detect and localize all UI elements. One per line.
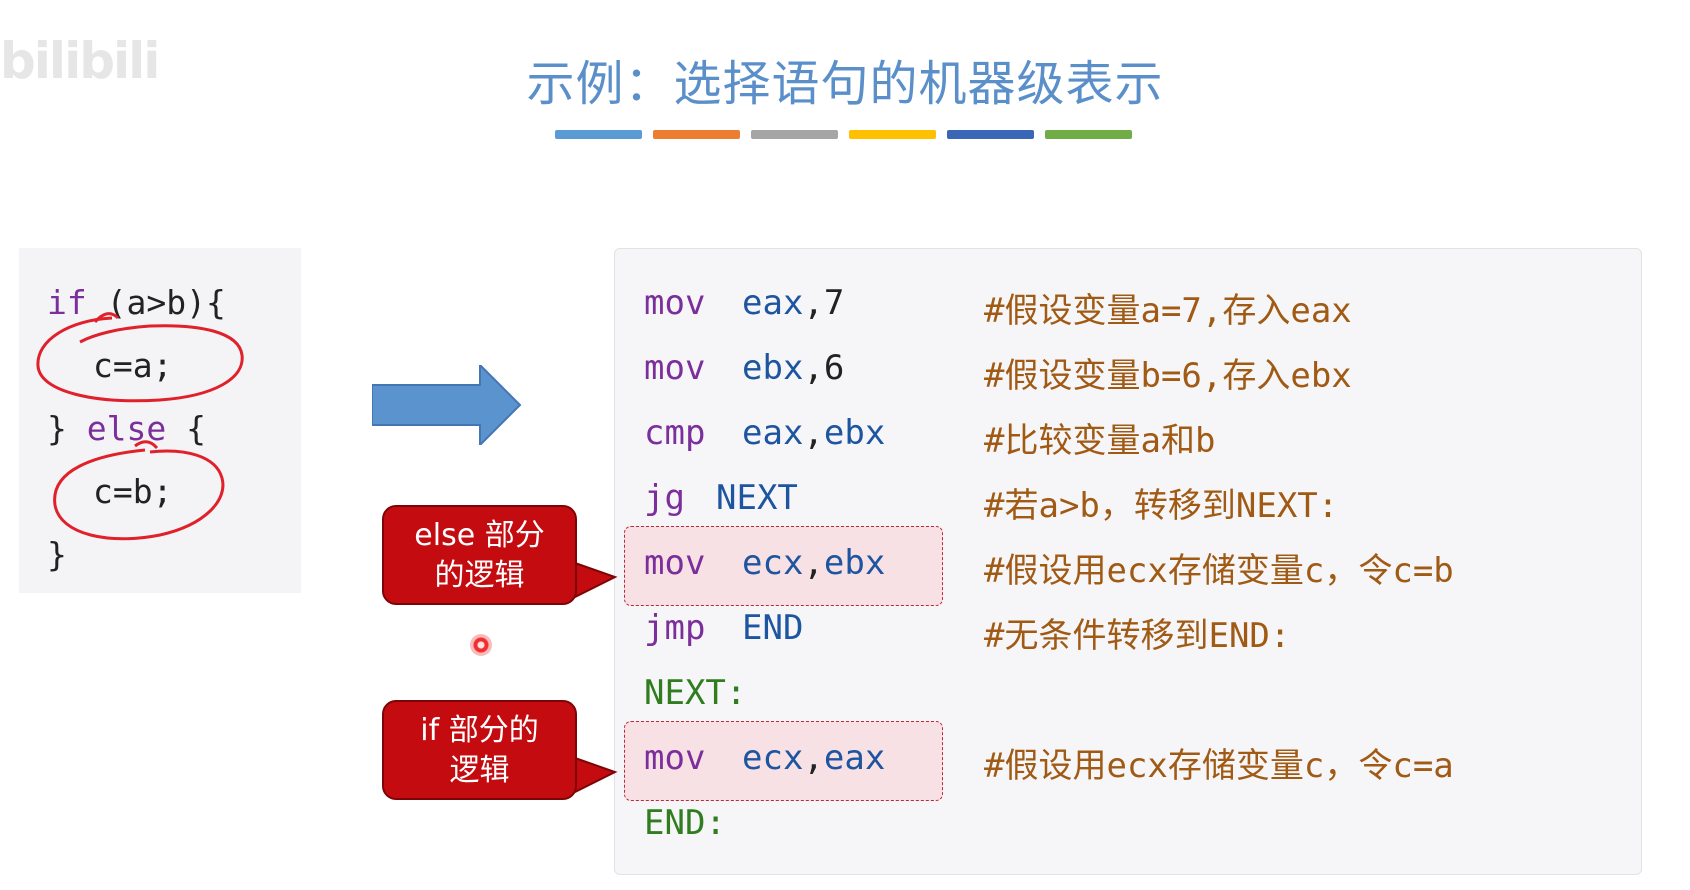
slide-title: 示例：选择语句的机器级表示 [526, 56, 1164, 112]
callout-else-line1: else 部分 [414, 518, 545, 553]
asm-label: NEXT: [644, 673, 747, 713]
transform-arrow-icon [372, 365, 522, 445]
asm-operands: NEXT [716, 478, 798, 518]
asm-opcode: mov [644, 283, 706, 323]
color-segment [555, 130, 642, 139]
color-segment [653, 130, 740, 139]
asm-opcode: jmp [644, 608, 706, 648]
c-line-if: if (a>b){ [47, 283, 226, 322]
asm-operand-separator: , [803, 283, 824, 323]
asm-opcode: mov [644, 348, 706, 388]
callout-if-logic: if 部分的 逻辑 [382, 700, 577, 800]
asm-operand-separator: , [803, 348, 824, 388]
asm-comment: #假设用ecx存储变量c，令c=a [984, 746, 1454, 786]
c-brace: } [47, 409, 87, 448]
asm-operand-dest: END [742, 608, 804, 648]
asm-opcode: mov [644, 543, 706, 583]
asm-operand-src: ebx [823, 413, 886, 453]
keyword-else: else [86, 409, 167, 448]
asm-comment: #假设变量a=7,存入eax [984, 291, 1352, 331]
color-segment [849, 130, 936, 139]
asm-operand-separator: , [803, 543, 824, 583]
asm-operands: eax,7 [742, 283, 844, 323]
asm-operands: END [742, 608, 803, 648]
asm-comment: #无条件转移到END: [984, 616, 1291, 656]
c-line-else: } else { [47, 409, 206, 448]
asm-operands: ebx,6 [742, 348, 844, 388]
color-segment [947, 130, 1034, 139]
asm-operand-src: eax [823, 738, 886, 778]
asm-operand-dest: NEXT [716, 478, 798, 518]
asm-operand-dest: ebx [742, 348, 804, 388]
asm-operand-dest: ecx [742, 543, 804, 583]
color-segment [1045, 130, 1132, 139]
asm-operand-separator: , [803, 413, 824, 453]
color-segment [751, 130, 838, 139]
title-color-bar [555, 130, 1132, 139]
asm-operands: eax,ebx [742, 413, 885, 453]
asm-comment: #假设变量b=6,存入ebx [984, 356, 1352, 396]
c-line-assign-b: c=b; [93, 472, 173, 511]
callout-if-line1: if 部分的 [420, 713, 539, 748]
laser-pointer-dot [470, 634, 492, 656]
asm-label: END: [644, 803, 726, 843]
asm-opcode: jg [644, 478, 685, 518]
asm-operand-dest: eax [742, 413, 804, 453]
c-brace-open: { [166, 409, 206, 448]
asm-opcode: mov [644, 738, 706, 778]
asm-comment: #若a>b，转移到NEXT: [984, 486, 1339, 526]
asm-operand-src: 6 [823, 348, 845, 388]
asm-comment: #假设用ecx存储变量c，令c=b [984, 551, 1454, 591]
asm-operand-dest: ecx [742, 738, 804, 778]
c-condition: (a>b){ [86, 283, 226, 322]
c-line-assign-a: c=a; [93, 346, 173, 385]
callout-else-logic: else 部分 的逻辑 [382, 505, 577, 605]
callout-if-line2: 逻辑 [449, 753, 510, 788]
callout-else-line2: 的逻辑 [434, 558, 525, 593]
asm-operands: ecx,eax [742, 738, 885, 778]
asm-operand-dest: eax [742, 283, 804, 323]
c-line-close: } [47, 535, 67, 574]
asm-opcode: cmp [644, 413, 706, 453]
asm-operands: ecx,ebx [742, 543, 885, 583]
keyword-if: if [47, 283, 87, 322]
asm-operand-src: ebx [823, 543, 886, 583]
asm-operand-separator: , [803, 738, 824, 778]
asm-comment: #比较变量a和b [984, 421, 1216, 461]
asm-operand-src: 7 [823, 283, 845, 323]
